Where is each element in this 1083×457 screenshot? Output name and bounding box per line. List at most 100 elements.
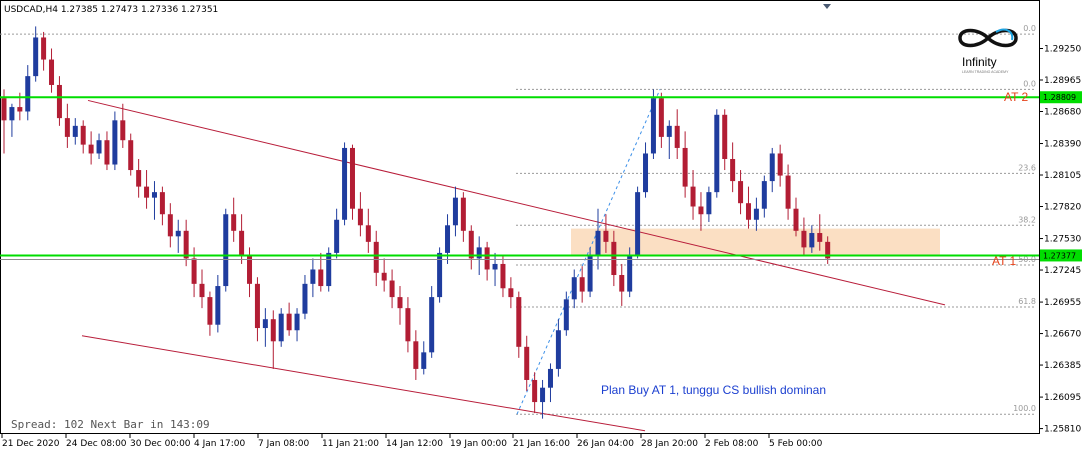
candle-body (159, 192, 165, 215)
candle-body (167, 214, 173, 237)
logo-name: Infinity (962, 55, 997, 69)
candle-body (785, 175, 791, 209)
candle-body (64, 118, 70, 137)
candle-body (722, 114, 728, 159)
candle-body (706, 192, 712, 215)
time-tick-label: 30 Dec 00:00 (130, 439, 191, 449)
candle-body (96, 140, 102, 154)
candle-body (698, 206, 704, 215)
at1-price-badge-text: 1.27377 (1043, 251, 1076, 260)
time-tick-label: 5 Feb 00:00 (769, 439, 823, 449)
candle-body (49, 59, 55, 85)
candle-body (587, 255, 593, 292)
time-tick-label: 11 Jan 21:00 (322, 439, 379, 449)
candle-body (508, 288, 514, 298)
price-tick-label: 1.28390 (1044, 140, 1081, 150)
candle-body (484, 247, 490, 270)
candle-body (334, 219, 340, 253)
price-tick-label: 1.27245 (1044, 266, 1081, 276)
candle-body (555, 330, 561, 369)
candle-body (310, 269, 316, 284)
candle (650, 89, 656, 159)
candle-body (397, 297, 403, 309)
candle-body (445, 225, 451, 253)
candle-body (793, 208, 799, 231)
candle-body (342, 147, 348, 220)
candle-body (714, 114, 720, 193)
candle-body (25, 76, 31, 112)
at2-label: AT 2 (1004, 90, 1029, 104)
candle-body (365, 225, 371, 242)
at1-label: AT 1 (992, 254, 1017, 268)
candle-body (405, 308, 411, 342)
candle-body (524, 346, 530, 380)
price-tick-label: 1.26955 (1044, 298, 1081, 308)
candle-body (452, 197, 458, 226)
candle-body (144, 186, 150, 198)
time-tick-label: 14 Jan 12:00 (386, 439, 443, 449)
candle-body (318, 269, 324, 287)
candle-body (658, 98, 664, 137)
time-tick-label: 4 Jan 17:00 (194, 439, 246, 449)
candle-body (547, 368, 553, 388)
candle-body (532, 379, 538, 403)
candle-body (643, 153, 649, 193)
candle-body (389, 280, 395, 298)
candle-body (603, 230, 609, 242)
candle-body (270, 319, 276, 342)
candle-body (302, 283, 308, 314)
candle-body (413, 341, 419, 369)
candle (278, 308, 284, 347)
candle-body (753, 208, 759, 220)
candle-body (563, 299, 569, 331)
fib-level-label: 100.0 (1013, 404, 1036, 413)
candle-body (294, 313, 300, 331)
candle-body (801, 230, 807, 248)
candle-body (476, 247, 482, 259)
candle-body (627, 255, 633, 292)
candle-body (571, 277, 577, 300)
candle-body (500, 263, 506, 289)
candle-body (56, 84, 62, 119)
candle (714, 109, 720, 198)
candle-body (468, 230, 474, 259)
time-tick-label: 2 Feb 08:00 (705, 439, 759, 449)
candle-body (199, 283, 205, 298)
candle-body (349, 147, 355, 209)
candle-body (690, 186, 696, 207)
candle-body (191, 258, 197, 284)
candle-body (33, 37, 39, 77)
candle-body (207, 297, 213, 325)
candle-body (730, 158, 736, 182)
candle-body (17, 107, 23, 112)
candle-body (326, 252, 332, 287)
plot-frame (0, 0, 1040, 434)
candle-body (579, 277, 585, 292)
candle-body (278, 313, 284, 342)
candle-body (104, 140, 110, 165)
candle-body (183, 230, 189, 259)
candle-body (1, 98, 7, 121)
fib-level-label: 0.0 (1023, 79, 1036, 88)
candle-body (151, 192, 157, 198)
candle (349, 144, 355, 220)
time-tick-label: 21 Dec 2020 (2, 439, 60, 449)
fib-level-label: 23.6 (1018, 163, 1036, 172)
candle-body (223, 214, 229, 287)
candle-body (215, 286, 221, 325)
candle-body (682, 147, 688, 187)
candle-body (72, 125, 78, 137)
candle-body (231, 214, 237, 231)
price-tick-label: 1.26095 (1044, 393, 1081, 403)
candle (326, 247, 332, 292)
candle-body (112, 120, 118, 165)
price-chart[interactable]: 0.00.023.638.250.061.8100.0 1.288091.273… (0, 0, 1083, 457)
price-tick-label: 1.27820 (1044, 203, 1081, 213)
candle-body (611, 241, 617, 276)
candle-body (492, 263, 498, 270)
time-tick-label: 19 Jan 00:00 (450, 439, 507, 449)
candle-body (619, 275, 625, 292)
time-tick-label: 7 Jan 08:00 (258, 439, 310, 449)
candle-body (429, 297, 435, 353)
fib-level-label: 0.0 (1023, 24, 1036, 33)
